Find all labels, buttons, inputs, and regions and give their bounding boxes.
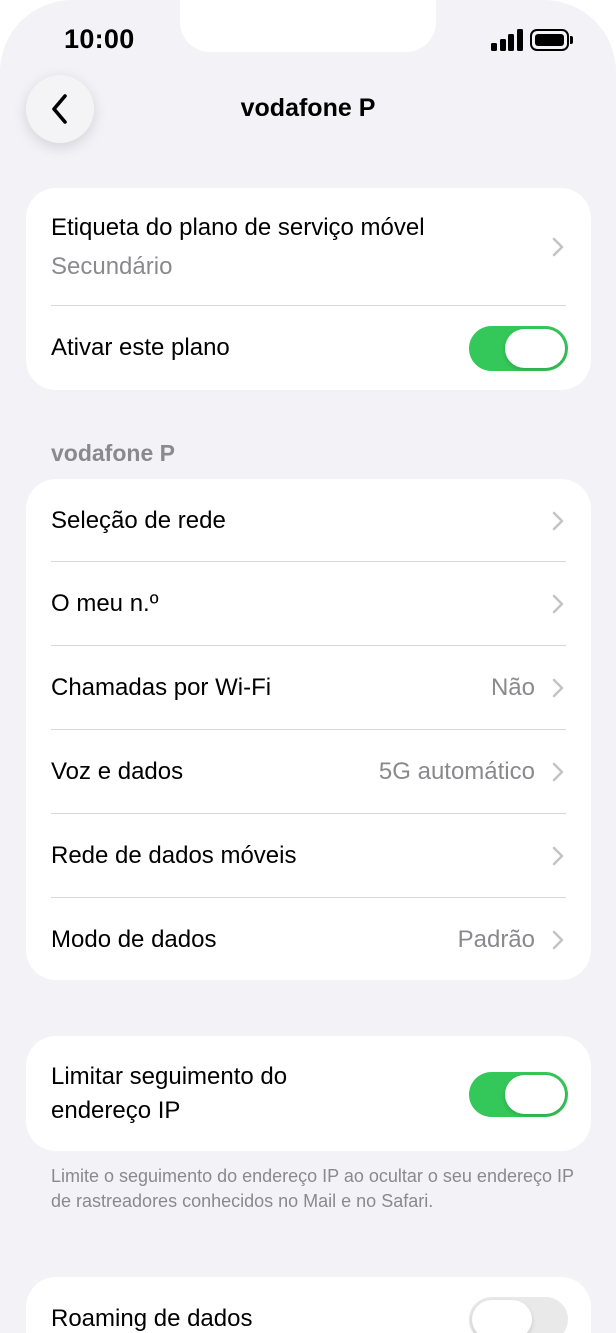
chevron-right-icon: [552, 930, 564, 950]
toggle-knob: [505, 329, 565, 368]
network-selection-label: Seleção de rede: [51, 507, 226, 534]
battery-icon: [530, 29, 574, 51]
plan-label-subtitle: Secundário: [51, 253, 173, 280]
voice-data-value: 5G automático: [378, 758, 535, 785]
plan-label-row[interactable]: Etiqueta do plano de serviço móvel Secun…: [26, 188, 591, 306]
data-roaming-toggle[interactable]: [469, 1297, 568, 1333]
device-notch: [180, 0, 436, 52]
wifi-calling-value: Não: [490, 674, 535, 701]
toggle-knob: [505, 1075, 565, 1114]
activate-plan-toggle[interactable]: [469, 326, 568, 371]
chevron-right-icon: [552, 846, 564, 866]
limit-ip-tracking-label-line2: endereço IP: [51, 1097, 181, 1124]
divider: [51, 729, 566, 730]
chevron-right-icon: [552, 762, 564, 782]
limit-ip-tracking-label-line1: Limitar seguimento do: [51, 1063, 288, 1090]
plan-card: Etiqueta do plano de serviço móvel Secun…: [26, 188, 591, 390]
mobile-data-network-row[interactable]: Rede de dados móveis: [26, 815, 591, 899]
status-time: 10:00: [64, 24, 135, 54]
data-roaming-card: Roaming de dados: [26, 1277, 591, 1333]
settings-screen: 10:00 vodafone P Etiqueta do plano de se…: [0, 0, 616, 1333]
chevron-right-icon: [552, 511, 564, 531]
my-number-row[interactable]: O meu n.º: [26, 563, 591, 647]
cellular-signal-icon: [491, 29, 523, 51]
voice-data-row[interactable]: Voz e dados 5G automático: [26, 731, 591, 815]
network-selection-row[interactable]: Seleção de rede: [26, 479, 591, 563]
divider: [51, 645, 566, 646]
my-number-label: O meu n.º: [51, 590, 159, 617]
voice-data-label: Voz e dados: [51, 758, 184, 785]
page-title: vodafone P: [240, 94, 376, 122]
wifi-calling-label: Chamadas por Wi-Fi: [51, 674, 272, 701]
activate-plan-row: Ativar este plano: [26, 306, 591, 390]
data-roaming-label: Roaming de dados: [51, 1305, 253, 1332]
limit-ip-tracking-toggle[interactable]: [469, 1072, 568, 1117]
limit-ip-tracking-card: Limitar seguimento do endereço IP: [26, 1036, 591, 1151]
carrier-section-header: vodafone P: [51, 440, 175, 466]
chevron-right-icon: [552, 594, 564, 614]
activate-plan-label: Ativar este plano: [51, 334, 230, 361]
limit-ip-tracking-footnote: Limite o seguimento do endereço IP ao oc…: [51, 1166, 574, 1211]
divider: [51, 897, 566, 898]
data-mode-label: Modo de dados: [51, 926, 217, 953]
data-mode-row[interactable]: Modo de dados Padrão: [26, 899, 591, 980]
plan-label-title: Etiqueta do plano de serviço móvel: [51, 214, 425, 241]
carrier-settings-card: Seleção de rede O meu n.º Chamadas por W…: [26, 479, 591, 980]
chevron-right-icon: [552, 237, 564, 257]
divider: [51, 561, 566, 562]
wifi-calling-row[interactable]: Chamadas por Wi-Fi Não: [26, 647, 591, 731]
divider: [51, 813, 566, 814]
chevron-right-icon: [552, 678, 564, 698]
data-mode-value: Padrão: [457, 926, 535, 953]
toggle-knob: [472, 1300, 532, 1333]
mobile-data-network-label: Rede de dados móveis: [51, 842, 297, 869]
